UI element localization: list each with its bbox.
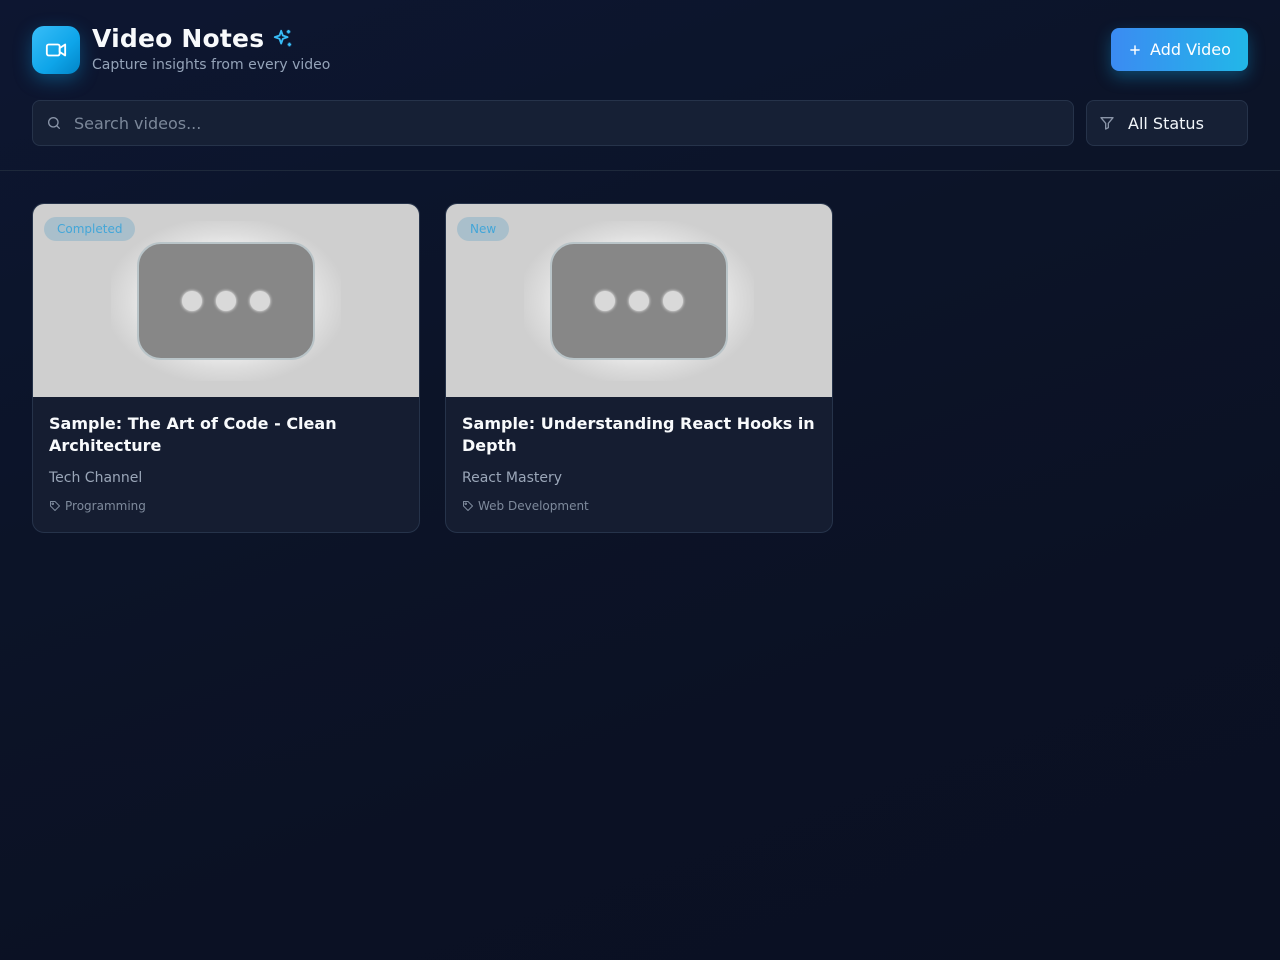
video-tag-label: Web Development	[478, 499, 589, 513]
video-thumbnail[interactable]: Completed	[33, 204, 419, 397]
video-tag: Web Development	[462, 499, 816, 513]
page-title: Video Notes	[92, 24, 265, 53]
add-video-button[interactable]: Add Video	[1111, 28, 1248, 71]
video-title: Sample: Understanding React Hooks in Dep…	[462, 414, 815, 455]
tag-icon	[49, 500, 61, 512]
title-block: Video Notes Capture insights from every …	[92, 24, 330, 73]
search-icon	[46, 115, 62, 131]
video-channel: Tech Channel	[49, 470, 143, 486]
add-video-label: Add Video	[1150, 40, 1231, 59]
status-badge: Completed	[44, 217, 136, 241]
status-badge: New	[457, 217, 510, 241]
sparkles-icon	[274, 29, 292, 46]
status-filter-dropdown[interactable]: All Status	[1086, 100, 1248, 146]
filter-icon	[1099, 115, 1115, 131]
video-placeholder-icon	[137, 241, 315, 360]
video-card[interactable]: New Sample: Understanding React Hooks in…	[445, 203, 833, 533]
video-placeholder-icon	[550, 241, 728, 360]
video-thumbnail[interactable]: New	[446, 204, 832, 397]
video-camera-icon	[45, 43, 67, 57]
video-card[interactable]: Completed Sample: The Art of Code - Clea…	[32, 203, 420, 533]
plus-icon	[1130, 44, 1140, 55]
page-subtitle: Capture insights from every video	[92, 57, 331, 73]
video-channel: React Mastery	[462, 470, 563, 486]
tag-icon	[462, 500, 474, 512]
status-filter-value: All Status	[1128, 113, 1204, 133]
video-tag-label: Programming	[65, 499, 146, 513]
video-title: Sample: The Art of Code - Clean Architec…	[49, 414, 337, 455]
app-header: Video Notes Capture insights from every …	[0, 0, 1280, 171]
search-input[interactable]	[74, 113, 1073, 133]
app-logo	[32, 26, 80, 74]
search-bar[interactable]	[32, 100, 1074, 146]
video-tag: Programming	[49, 499, 403, 513]
